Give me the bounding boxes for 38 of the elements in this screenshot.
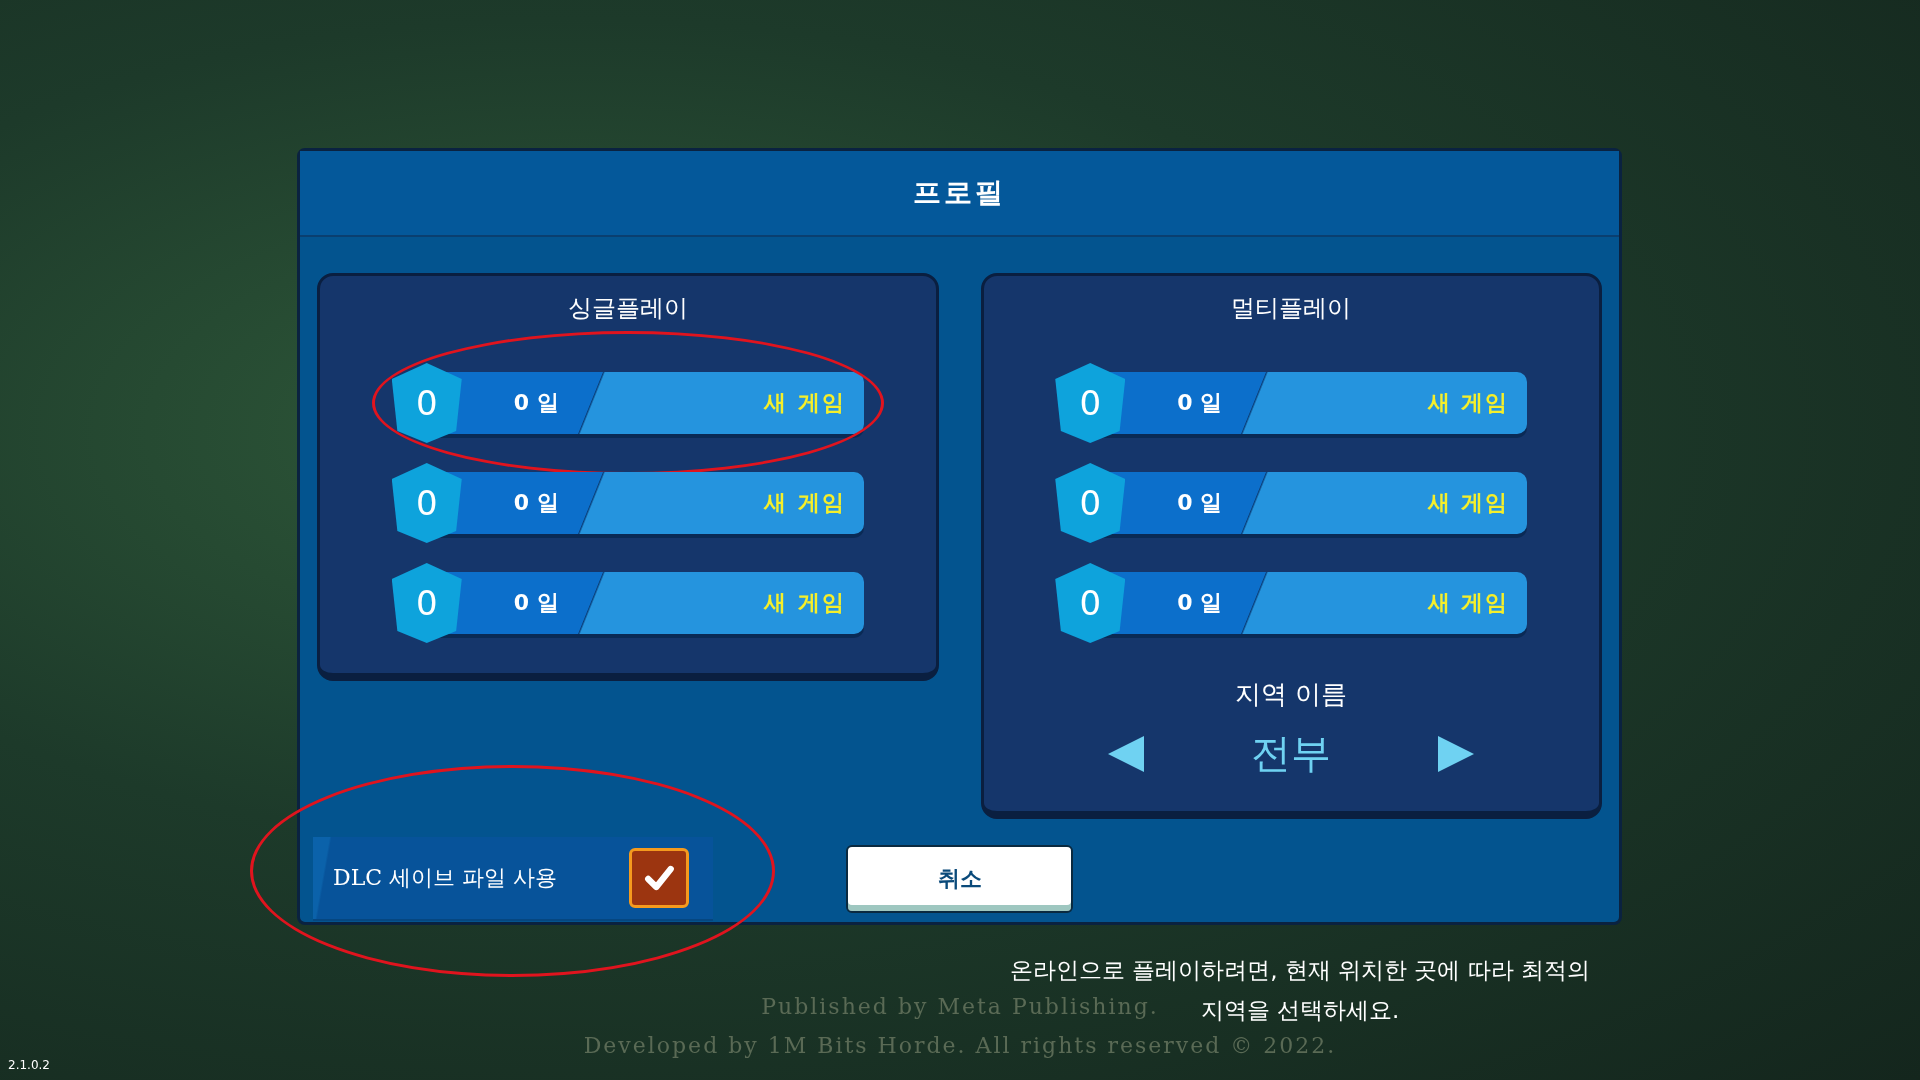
version-label: 2.1.0.2 [8,1058,50,1072]
panel-title: 싱글플레이 [567,293,688,324]
new-game-label: 새 게임 [1427,589,1510,617]
save-slot-button[interactable]: 0 0 일 새 게임 [391,363,864,443]
day-count: 0 일 [513,489,560,517]
dlc-option-label: DLC 세이브 파일 사용 [333,864,558,892]
level-badge: 0 [1055,563,1126,643]
new-game-label: 새 게임 [764,389,846,417]
region-value: 전부 [1250,729,1333,778]
save-slot-button[interactable]: 0 0 일 새 게임 [1055,563,1528,643]
level-badge: 0 [391,363,462,443]
save-slot-button[interactable]: 0 0 일 새 게임 [1055,463,1528,543]
day-count: 0 일 [513,589,560,617]
online-region-notice: 온라인으로 플레이하려면, 현재 위치한 곳에 따라 최적의 [1009,956,1591,985]
panel-title: 멀티플레이 [1231,293,1352,324]
save-slot-button[interactable]: 0 0 일 새 게임 [391,563,864,643]
new-game-label: 새 게임 [764,489,846,517]
day-count: 0 일 [1177,389,1224,417]
credit-text: Published by Meta Publishing. [761,994,1159,1019]
window-title: 프로필 [913,175,1006,211]
new-game-label: 새 게임 [1427,389,1510,417]
save-slot-button[interactable]: 0 0 일 새 게임 [1055,363,1528,443]
day-count: 0 일 [1177,589,1224,617]
day-count: 0 일 [513,389,560,417]
region-label: 지역 이름 [1235,678,1348,711]
credit-text: Developed by 1M Bits Horde. All rights reserved © 2022. [583,1033,1337,1058]
level-badge: 0 [391,563,462,643]
left-arrow-button[interactable] [1106,733,1147,774]
save-slot-button[interactable]: 0 0 일 새 게임 [391,463,864,543]
new-game-label: 새 게임 [764,589,846,617]
checkbox[interactable] [629,848,689,908]
day-count: 0 일 [1177,489,1224,517]
cancel-button[interactable]: 취소 [846,845,1073,913]
level-badge: 0 [1055,463,1126,543]
level-badge: 0 [391,463,462,543]
new-game-label: 새 게임 [1427,489,1510,517]
level-badge: 0 [1055,363,1126,443]
online-region-notice: 지역을 선택하세요. [1200,996,1400,1025]
